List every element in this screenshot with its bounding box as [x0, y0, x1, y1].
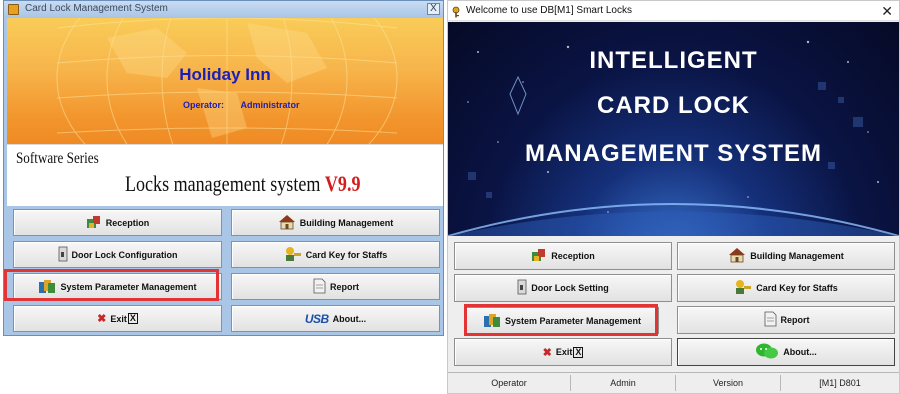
about-label: About...	[783, 347, 817, 357]
right-title-bar[interactable]: Welcome to use DB[M1] Smart Locks ✕	[448, 1, 899, 21]
reception-button[interactable]: Reception	[454, 242, 672, 270]
hotel-name: Holiday Inn	[179, 65, 271, 84]
left-banner: Holiday Inn Operator: Administrator	[7, 18, 443, 144]
exit-button[interactable]: ✖ Exit X	[13, 305, 222, 332]
reception-label: Reception	[105, 217, 150, 228]
report-button[interactable]: Report	[677, 306, 895, 334]
reception-button[interactable]: Reception	[13, 209, 222, 236]
exit-label: Exit	[110, 313, 127, 324]
staff-key-icon	[284, 246, 302, 264]
reception-label: Reception	[551, 251, 595, 261]
door-lock-icon	[517, 279, 527, 297]
report-label: Report	[780, 315, 810, 325]
left-window-title: Card Lock Management System	[25, 3, 168, 14]
status-version-label: Version	[676, 375, 781, 391]
building-management-label: Building Management	[299, 217, 394, 228]
right-app-window: Welcome to use DB[M1] Smart Locks ✕ INTE…	[447, 0, 900, 394]
report-button[interactable]: Report	[231, 273, 440, 300]
report-label: Report	[330, 281, 359, 292]
banner-line-3: MANAGEMENT SYSTEM	[524, 140, 822, 167]
system-title: Locks management system V9.9	[125, 171, 360, 197]
left-app-window: Card Lock Management System X Holiday In…	[3, 0, 444, 336]
door-lock-icon	[58, 246, 68, 264]
status-operator-label: Operator	[448, 375, 571, 391]
system-parameter-management-button[interactable]: System Parameter Management	[13, 273, 222, 300]
house-icon	[728, 247, 746, 265]
exit-label: Exit	[555, 347, 573, 357]
status-version-value: [M1] D801	[819, 378, 861, 388]
exit-x-icon: ✖	[97, 313, 107, 325]
banner-line-1: INTELLIGENT	[589, 47, 758, 74]
operator-label: Operator:	[183, 100, 225, 110]
reception-icon	[531, 247, 547, 265]
reception-icon	[86, 214, 102, 232]
building-management-button[interactable]: Building Management	[231, 209, 440, 236]
about-button[interactable]: About...	[677, 338, 895, 366]
report-document-icon	[763, 311, 777, 329]
system-parameter-management-label: System Parameter Management	[504, 315, 642, 326]
door-lock-configuration-label: Door Lock Configuration	[71, 249, 178, 260]
right-button-panel: Reception Building Management Door Lock …	[448, 237, 899, 371]
exit-button[interactable]: ✖ Exit X	[454, 338, 672, 366]
about-label: About...	[332, 313, 367, 324]
about-button[interactable]: USB About...	[231, 305, 440, 332]
exit-hotkey: X	[573, 346, 584, 358]
card-key-for-staffs-button[interactable]: Card Key for Staffs	[677, 274, 895, 302]
door-lock-configuration-button[interactable]: Door Lock Configuration	[13, 241, 222, 268]
left-close-button[interactable]: X	[427, 3, 440, 15]
right-window-title: Welcome to use DB[M1] Smart Locks	[466, 5, 632, 16]
banner-line-2: CARD LOCK	[597, 92, 750, 119]
report-document-icon	[312, 278, 326, 296]
usb-badge: USB	[304, 311, 329, 326]
door-lock-setting-label: Door Lock Setting	[531, 283, 609, 293]
card-key-for-staffs-button[interactable]: Card Key for Staffs	[231, 241, 440, 268]
system-title-text: Locks management system	[125, 171, 321, 196]
right-close-button[interactable]: ✕	[881, 3, 893, 20]
door-lock-setting-button[interactable]: Door Lock Setting	[454, 274, 672, 302]
parameter-cube-icon	[38, 278, 56, 296]
building-management-button[interactable]: Building Management	[677, 242, 895, 270]
exit-x-icon: ✖	[542, 346, 552, 359]
house-icon	[278, 214, 296, 232]
exit-hotkey: X	[127, 313, 138, 324]
chat-bubbles-icon	[755, 342, 779, 362]
right-banner: INTELLIGENT CARD LOCK MANAGEMENT SYSTEM	[448, 22, 899, 236]
app-icon	[8, 4, 19, 15]
card-key-for-staffs-label: Card Key for Staffs	[305, 249, 388, 260]
operator-row: Operator: Administrator	[183, 100, 300, 110]
status-operator-value: Admin	[571, 375, 676, 391]
series-text: Software Series	[16, 150, 99, 167]
card-key-for-staffs-label: Card Key for Staffs	[756, 283, 838, 293]
app-key-icon	[452, 5, 463, 23]
building-management-label: Building Management	[750, 251, 844, 261]
system-parameter-management-label: System Parameter Management	[60, 281, 197, 292]
parameter-cube-icon	[483, 312, 501, 330]
staff-key-icon	[734, 279, 752, 297]
status-bar: Operator Admin Version [M1] D801	[448, 372, 899, 392]
system-parameter-management-button[interactable]: System Parameter Management	[465, 307, 659, 334]
version-text: V9.9	[324, 171, 361, 196]
left-brand-area: Software Series Locks management system …	[7, 144, 443, 206]
left-title-bar[interactable]: Card Lock Management System X	[4, 1, 443, 18]
usb-logo-icon: USB	[305, 312, 329, 326]
left-button-panel: Reception Building Management Door Lock …	[7, 206, 443, 334]
operator-value: Administrator	[240, 100, 300, 110]
